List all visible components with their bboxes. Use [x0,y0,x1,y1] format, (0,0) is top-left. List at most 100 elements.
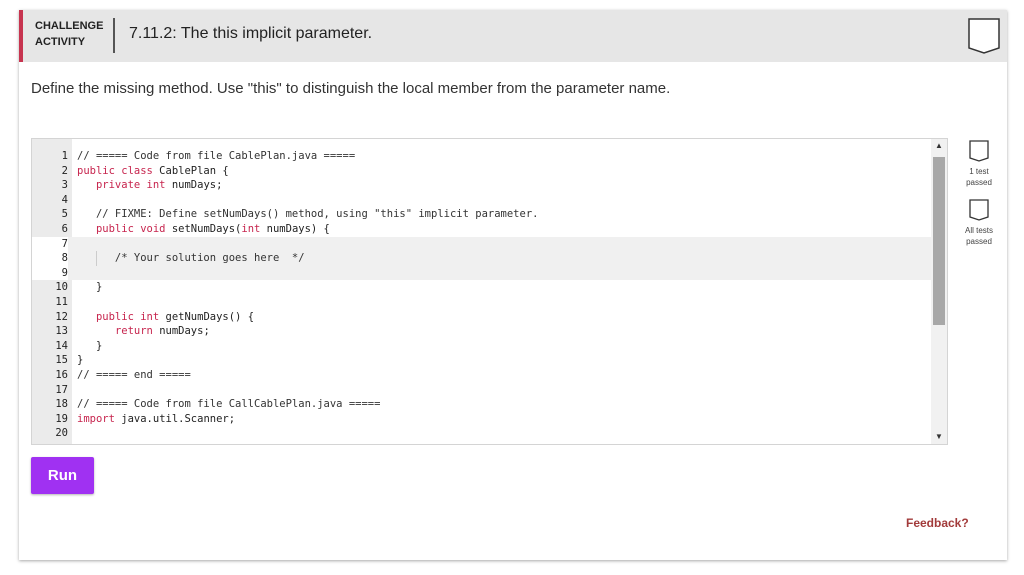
code-line[interactable]: 2 public class CablePlan { [32,164,932,179]
code-token: public class [77,164,153,177]
line-code: import java.util.Scanner; [77,412,235,427]
line-code: public int getNumDays() { [77,310,254,325]
code-line[interactable]: 14 } [32,339,932,354]
code-lines[interactable]: 1 // ===== Code from file CablePlan.java … [32,149,932,441]
feedback-link[interactable]: Feedback? [906,516,969,530]
code-line[interactable]: 4 [32,193,932,208]
code-token: int [241,222,261,235]
code-token: numDays; [165,179,223,192]
code-line[interactable]: 3 private int numDays; [32,178,932,193]
line-number: 11 [55,295,68,308]
code-line[interactable]: 8 /* Your solution goes here */ [32,251,932,266]
line-number: 7 [32,236,68,252]
code-line[interactable]: 12 public int getNumDays() { [32,310,932,325]
indent-guide [96,251,97,266]
line-number: 5 [61,208,68,221]
code-token: } [77,281,103,294]
code-line[interactable]: 18 // ===== Code from file CallCablePlan.… [32,397,932,412]
code-line[interactable]: 6 public void setNumDays(int numDays) { [32,222,932,237]
line-number: 19 [55,412,68,425]
line-code: // FIXME: Define setNumDays() method, us… [77,207,539,222]
code-line[interactable]: 11 [32,295,932,310]
line-code: } [77,353,83,368]
code-line[interactable]: 10 } [32,280,932,295]
line-number: 10 [55,281,68,294]
line-number: 9 [32,265,68,281]
line-number: 8 [32,251,68,266]
code-token: // FIXME: Define setNumDays() method, us… [77,208,539,221]
code-line[interactable]: 13 return numDays; [32,324,932,339]
code-line[interactable]: 20 [32,426,932,441]
code-line[interactable]: 19 import java.util.Scanner; [32,412,932,427]
code-editor[interactable]: 1 // ===== Code from file CablePlan.java … [31,138,948,445]
activity-title: 7.11.2: The this implicit parameter. [129,25,373,42]
activity-header: CHALLENGE ACTIVITY 7.11.2: The this impl… [19,10,1007,62]
line-number: 20 [55,427,68,440]
run-button[interactable]: Run [31,457,94,494]
code-token: CablePlan { [152,164,229,177]
code-line[interactable]: 15} [32,353,932,368]
code-line[interactable]: 1 // ===== Code from file CablePlan.java … [32,149,932,164]
code-token: numDays; [152,325,210,338]
code-line[interactable]: 17 [32,383,932,398]
test-status-label-1b: passed [966,178,992,187]
line-code: public class CablePlan { [77,164,229,179]
code-token: getNumDays() { [159,310,255,323]
line-code: return numDays; [77,324,210,339]
code-token: // ===== Code from file CallCablePlan.ja… [77,398,381,411]
challenge-activity-card: CHALLENGE ACTIVITY 7.11.2: The this impl… [19,10,1007,560]
badge-line-1: CHALLENGE [35,20,104,32]
line-number: 18 [55,398,68,411]
line-code: public void setNumDays(int numDays) { [77,222,330,237]
line-code: } [77,280,102,295]
line-number: 3 [61,179,68,192]
line-number: 6 [61,222,68,235]
line-number: 16 [55,368,68,381]
instruction-text: Define the missing method. Use "this" to… [31,80,671,97]
test-badge-icon [969,199,989,221]
bookmark-icon[interactable] [968,18,1000,54]
line-number: 17 [55,383,68,396]
line-code: } [77,339,102,354]
code-token: return [114,325,153,338]
code-token: // ===== end ===== [77,368,191,381]
code-token: /* Your solution goes here */ [77,252,305,265]
line-number: 4 [61,193,68,206]
code-line[interactable]: 7 [32,236,932,252]
test-status-1: 1 test passed [961,140,997,188]
test-status-label-2a: All tests [964,226,993,235]
code-token: } [77,354,84,367]
code-token: setNumDays( [165,222,242,235]
line-number: 13 [55,325,68,338]
test-status-label-2b: passed [966,237,992,246]
line-number: 12 [55,310,68,323]
code-token: // ===== Code from file CablePlan.java =… [77,150,356,162]
test-status-label-1a: 1 test [969,167,989,176]
line-code: // ===== Code from file CallCablePlan.ja… [77,397,380,412]
scroll-up-icon[interactable]: ▲ [931,139,947,153]
code-token: import [77,412,115,425]
line-code: // ===== Code from file CablePlan.java =… [77,149,355,164]
editor-scrollbar[interactable]: ▲ ▼ [931,139,947,444]
code-token: private int [95,179,166,192]
code-line[interactable]: 16 // ===== end ===== [32,368,932,383]
code-token: numDays) { [260,222,330,235]
line-code: /* Your solution goes here */ [77,251,305,266]
line-number: 2 [61,164,68,177]
scroll-down-icon[interactable]: ▼ [931,430,947,444]
code-token: } [77,339,103,352]
line-code: private int numDays; [77,178,222,193]
code-line[interactable]: 5 // FIXME: Define setNumDays() method, … [32,207,932,222]
badge-line-2: ACTIVITY [35,36,86,48]
line-code: // ===== end ===== [77,368,191,383]
test-status-2: All tests passed [961,199,997,247]
activity-type-badge: CHALLENGE ACTIVITY [35,18,115,50]
line-number: 1 [61,150,68,162]
code-line[interactable]: 9 [32,265,932,281]
scroll-thumb[interactable] [933,157,945,325]
code-token: java.util.Scanner; [114,412,236,425]
